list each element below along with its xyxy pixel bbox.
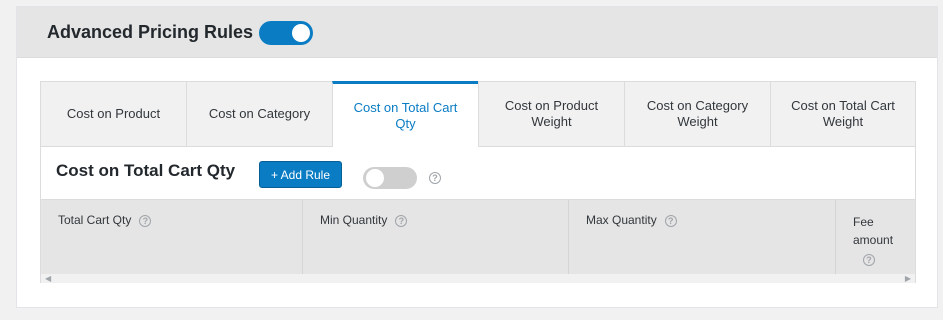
help-icon[interactable]: ?: [395, 214, 408, 227]
column-header-total-cart-qty: Total Cart Qty?: [41, 200, 303, 275]
add-rule-button[interactable]: + Add Rule: [259, 161, 342, 188]
column-header-max-quantity: Max Quantity?: [569, 200, 836, 275]
tab-cost-on-category-weight[interactable]: Cost on Category Weight: [624, 81, 770, 147]
help-icon[interactable]: ?: [863, 253, 875, 266]
tab-cost-on-total-cart-qty[interactable]: Cost on Total Cart Qty: [332, 81, 478, 148]
horizontal-scrollbar[interactable]: ◀ ▶: [41, 274, 915, 283]
toggle-knob: [366, 169, 384, 187]
rules-table-header: Total Cart Qty? Min Quantity? Max Quanti…: [41, 199, 915, 275]
rules-section: Cost on Total Cart Qty + Add Rule ? Tota…: [40, 147, 916, 283]
advanced-pricing-toggle[interactable]: [259, 21, 313, 45]
column-label: Total Cart Qty: [58, 213, 132, 227]
column-header-min-quantity: Min Quantity?: [303, 200, 569, 275]
help-icon[interactable]: ?: [429, 172, 441, 184]
tab-cost-on-category[interactable]: Cost on Category: [186, 81, 332, 147]
section-toggle[interactable]: [363, 167, 417, 189]
scroll-left-icon[interactable]: ◀: [45, 274, 51, 283]
tab-cost-on-total-cart-weight[interactable]: Cost on Total Cart Weight: [770, 81, 916, 147]
toggle-knob: [292, 24, 310, 42]
tab-cost-on-product-weight[interactable]: Cost on Product Weight: [478, 81, 624, 147]
help-icon[interactable]: ?: [139, 214, 152, 227]
column-label: Max Quantity: [586, 213, 657, 227]
panel-header: Advanced Pricing Rules: [17, 7, 937, 58]
advanced-pricing-panel: Advanced Pricing Rules Cost on Product C…: [16, 6, 938, 308]
section-title: Cost on Total Cart Qty: [56, 161, 236, 180]
help-icon[interactable]: ?: [664, 214, 677, 227]
column-label: Fee amount: [853, 215, 894, 247]
panel-title: Advanced Pricing Rules: [47, 22, 254, 42]
column-header-fee-amount: Fee amount?: [836, 200, 915, 275]
column-label: Min Quantity: [320, 213, 388, 227]
tab-cost-on-product[interactable]: Cost on Product: [40, 81, 186, 147]
pricing-tabs: Cost on Product Cost on Category Cost on…: [40, 81, 916, 148]
scroll-right-icon[interactable]: ▶: [905, 274, 911, 283]
